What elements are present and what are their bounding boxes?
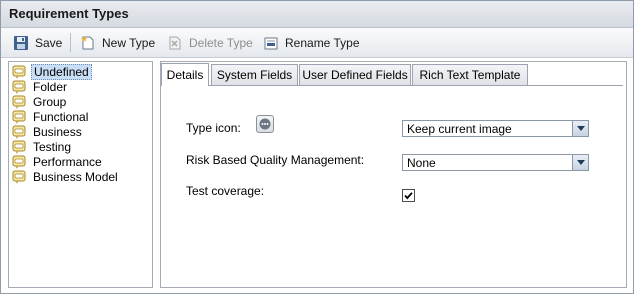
checkmark-icon: [404, 192, 413, 200]
save-button[interactable]: Save: [13, 32, 62, 53]
test-coverage-checkbox[interactable]: [402, 189, 415, 202]
toolbar: Save New Type Delete Type Rename Type: [1, 28, 633, 58]
chevron-down-icon: [572, 155, 588, 170]
type-icon-button[interactable]: [256, 115, 274, 133]
tab-system-fields[interactable]: System Fields: [211, 64, 298, 85]
tree-item-label: Business Model: [33, 169, 118, 184]
tree-item-label: Folder: [33, 79, 68, 94]
tab-label: User Defined Fields: [302, 68, 408, 82]
tree-item-business-model[interactable]: Business Model: [12, 169, 120, 184]
tree-item-folder[interactable]: Folder: [12, 79, 69, 94]
requirement-icon: [12, 110, 26, 124]
tree-item-label: Testing: [33, 139, 72, 154]
requirement-icon: [12, 170, 26, 184]
requirement-icon: [12, 95, 26, 109]
requirement-icon: [12, 140, 26, 154]
rbqm-label: Risk Based Quality Management:: [186, 153, 365, 167]
title-bar: Requirement Types: [1, 1, 633, 28]
more-icon: [259, 118, 271, 130]
chevron-down-icon: [572, 121, 588, 136]
delete-type-button[interactable]: Delete Type: [167, 32, 253, 53]
tab-label: Rich Text Template: [419, 68, 521, 82]
tab-rich-text-template[interactable]: Rich Text Template: [412, 64, 528, 85]
rename-type-button[interactable]: Rename Type: [263, 32, 360, 53]
type-icon-select[interactable]: Keep current image: [402, 120, 589, 137]
tree-item-label: Business: [33, 124, 82, 139]
rename-icon: [263, 35, 279, 51]
tree-item-functional[interactable]: Functional: [12, 109, 90, 124]
window-title: Requirement Types: [9, 6, 129, 21]
type-icon-label: Type icon:: [186, 121, 241, 135]
rbqm-select-value: None: [407, 155, 436, 170]
tree-item-business[interactable]: Business: [12, 124, 84, 139]
tree-item-testing[interactable]: Testing: [12, 139, 73, 154]
delete-icon: [167, 35, 183, 51]
test-coverage-label: Test coverage:: [186, 184, 265, 198]
requirement-icon: [12, 125, 26, 139]
requirement-type-tree[interactable]: Undefined Folder Group Functional Busine…: [8, 61, 153, 288]
tree-item-label: Undefined: [31, 63, 92, 80]
requirement-icon: [12, 65, 26, 79]
save-icon: [13, 35, 29, 51]
tree-item-group[interactable]: Group: [12, 94, 68, 109]
toolbar-separator: [70, 33, 71, 52]
tab-divider: [161, 85, 623, 86]
tab-user-defined-fields[interactable]: User Defined Fields: [299, 64, 411, 85]
tab-label: System Fields: [216, 68, 293, 82]
new-document-icon: [80, 35, 96, 51]
save-label: Save: [35, 35, 63, 50]
requirement-icon: [12, 80, 26, 94]
tree-item-undefined[interactable]: Undefined: [12, 63, 92, 80]
rename-type-label: Rename Type: [285, 35, 360, 50]
rbqm-select[interactable]: None: [402, 154, 589, 171]
tree-item-label: Functional: [33, 109, 89, 124]
new-type-button[interactable]: New Type: [80, 32, 155, 53]
delete-type-label: Delete Type: [189, 35, 253, 50]
details-panel: [160, 61, 627, 288]
tree-item-label: Group: [33, 94, 67, 109]
new-type-label: New Type: [102, 35, 156, 50]
tab-label: Details: [166, 68, 204, 82]
requirement-icon: [12, 155, 26, 169]
type-icon-select-value: Keep current image: [407, 121, 512, 136]
tree-item-label: Performance: [33, 154, 102, 169]
tree-item-performance[interactable]: Performance: [12, 154, 104, 169]
tab-details[interactable]: Details: [161, 63, 209, 86]
